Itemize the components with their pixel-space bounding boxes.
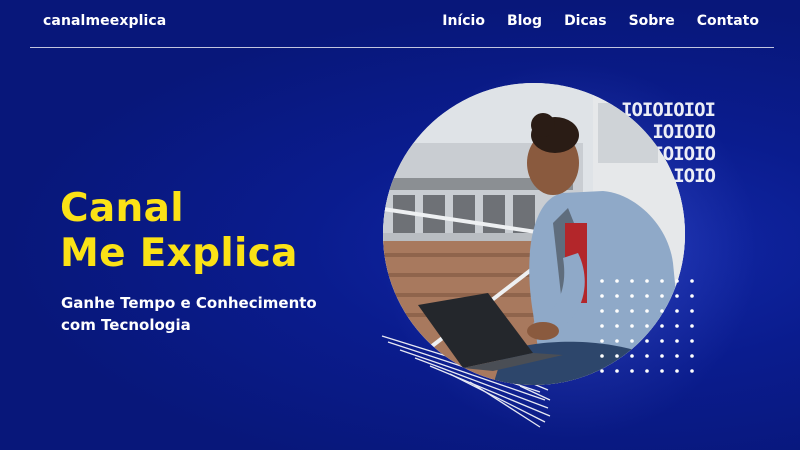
pattern-dot	[645, 369, 649, 373]
pattern-dot	[600, 369, 604, 373]
pattern-dot	[630, 294, 634, 298]
pattern-dot	[660, 279, 664, 283]
nav-link-blog[interactable]: Blog	[507, 13, 542, 29]
pattern-dot	[660, 324, 664, 328]
pattern-dot	[615, 369, 619, 373]
site-logo[interactable]: canalmeexplica	[43, 13, 166, 29]
landing-page: canalmeexplica Início Blog Dicas Sobre C…	[0, 0, 800, 450]
pattern-dot	[690, 279, 694, 283]
pattern-dot	[690, 354, 694, 358]
pattern-dot	[690, 309, 694, 313]
pattern-dot	[630, 309, 634, 313]
header-divider	[30, 47, 774, 48]
pattern-dot	[660, 339, 664, 343]
pattern-dot	[645, 309, 649, 313]
hero-title: Canal Me Explica	[60, 186, 298, 276]
pattern-dot	[645, 324, 649, 328]
pattern-dot	[675, 279, 679, 283]
hero-title-line-1: Canal	[60, 186, 184, 231]
pattern-dot	[645, 279, 649, 283]
pattern-dot	[660, 309, 664, 313]
pattern-dot	[690, 324, 694, 328]
pattern-dot	[615, 354, 619, 358]
pattern-dot	[675, 294, 679, 298]
pattern-dot	[615, 294, 619, 298]
pattern-dot	[615, 309, 619, 313]
hero-title-line-2: Me Explica	[60, 231, 298, 276]
pattern-dot	[645, 354, 649, 358]
nav-link-inicio[interactable]: Início	[442, 13, 485, 29]
pattern-dot	[615, 324, 619, 328]
pattern-dot	[630, 369, 634, 373]
dot-grid-pattern-icon	[600, 279, 694, 373]
pattern-dot	[600, 294, 604, 298]
pattern-dot	[660, 369, 664, 373]
pattern-dot	[600, 324, 604, 328]
pattern-dot	[675, 309, 679, 313]
nav-link-dicas[interactable]: Dicas	[564, 13, 607, 29]
main-nav: Início Blog Dicas Sobre Contato	[442, 13, 759, 29]
hero-subtitle-line-1: Ganhe Tempo e Conhecimento	[61, 294, 317, 312]
pattern-dot	[660, 294, 664, 298]
pattern-dot	[660, 354, 664, 358]
pattern-dot	[675, 369, 679, 373]
pattern-dot	[675, 354, 679, 358]
hero-subtitle: Ganhe Tempo e Conhecimento com Tecnologi…	[61, 292, 317, 336]
pattern-dot	[615, 339, 619, 343]
pattern-dot	[630, 324, 634, 328]
pattern-dot	[690, 339, 694, 343]
pattern-dot	[675, 324, 679, 328]
pattern-dot	[690, 369, 694, 373]
pattern-dot	[645, 294, 649, 298]
pattern-dot	[645, 339, 649, 343]
hero-subtitle-line-2: com Tecnologia	[61, 316, 191, 334]
pattern-dot	[690, 294, 694, 298]
pattern-dot	[630, 339, 634, 343]
pattern-dot	[615, 279, 619, 283]
nav-link-contato[interactable]: Contato	[697, 13, 759, 29]
pattern-dot	[630, 354, 634, 358]
pattern-dot	[675, 339, 679, 343]
pattern-dot	[630, 279, 634, 283]
pattern-dot	[600, 279, 604, 283]
pattern-dot	[600, 354, 604, 358]
nav-link-sobre[interactable]: Sobre	[629, 13, 675, 29]
pattern-dot	[600, 309, 604, 313]
pattern-dot	[600, 339, 604, 343]
